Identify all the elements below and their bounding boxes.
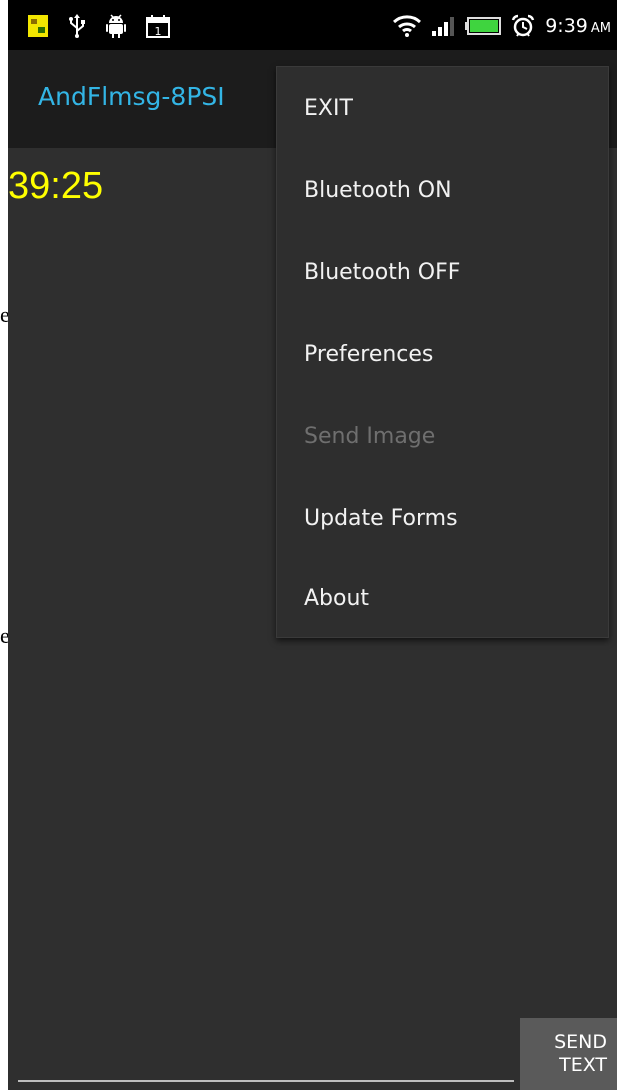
wifi-icon	[393, 15, 422, 37]
menu-item-exit[interactable]: EXIT	[277, 67, 608, 149]
battery-icon	[465, 17, 502, 35]
phone-screen: 1 9:39 AM e e AndFlmsg-8PSI 39:25 SEND T…	[0, 0, 617, 1090]
send-text-button[interactable]: SEND TEXT	[520, 1018, 617, 1090]
status-notifications: 1	[28, 12, 170, 40]
status-system: 9:39 AM	[393, 12, 611, 40]
menu-item-label: About	[304, 585, 370, 611]
menu-item-bluetooth-on[interactable]: Bluetooth ON	[277, 149, 608, 231]
menu-item-bluetooth-off[interactable]: Bluetooth OFF	[277, 231, 608, 313]
send-button-line1: SEND	[554, 1031, 607, 1054]
menu-item-label: Preferences	[304, 341, 434, 367]
menu-item-label: Send Image	[304, 423, 436, 449]
status-time-text: 9:39	[545, 15, 588, 37]
app-title: AndFlmsg-8PSI	[38, 82, 225, 111]
menu-item-preferences[interactable]: Preferences	[277, 313, 608, 395]
status-clock: 9:39 AM	[545, 15, 611, 37]
send-button-line2: TEXT	[559, 1054, 607, 1076]
alarm-icon	[511, 14, 535, 38]
notification-app-icon	[28, 15, 48, 37]
menu-item-label: Bluetooth ON	[304, 177, 452, 203]
menu-item-update-forms[interactable]: Update Forms	[277, 477, 608, 559]
menu-item-label: Update Forms	[304, 505, 458, 531]
usb-icon	[68, 14, 86, 38]
menu-item-about[interactable]: About	[277, 557, 608, 639]
status-ampm-text: AM	[590, 21, 611, 36]
overflow-menu: EXIT Bluetooth ON Bluetooth OFF Preferen…	[276, 66, 609, 638]
signal-icon	[431, 16, 455, 36]
calendar-day-text: 1	[155, 25, 162, 38]
menu-item-label: EXIT	[304, 95, 353, 121]
timer-display: 39:25	[8, 165, 104, 207]
menu-item-label: Bluetooth OFF	[304, 259, 461, 285]
text-input-underline[interactable]	[18, 1080, 514, 1082]
status-bar: 1 9:39 AM	[8, 0, 617, 50]
android-debug-icon	[106, 14, 126, 38]
calendar-icon: 1	[146, 14, 170, 38]
menu-item-send-image: Send Image	[277, 395, 608, 477]
